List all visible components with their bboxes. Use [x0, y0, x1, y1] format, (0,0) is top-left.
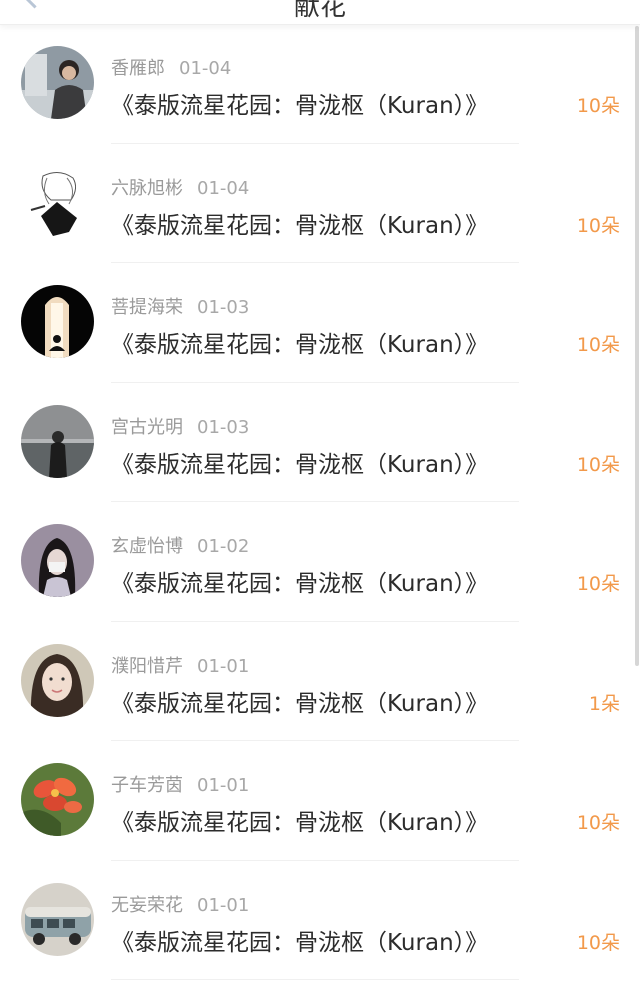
sender-meta: 宫古光明 01-03 [111, 413, 249, 439]
page-title: 献花 [293, 0, 346, 22]
drama-title: 《泰版流星花园：骨泷枢（Kuran）》 [111, 93, 489, 119]
send-date: 01-01 [197, 655, 250, 677]
sender-meta: 子车芳茵 01-01 [111, 771, 249, 797]
flower-count: 10朵 [576, 334, 620, 356]
sender-meta: 六脉旭彬 01-04 [111, 174, 249, 200]
scrollbar[interactable] [635, 26, 639, 666]
drama-title: 《泰版流星花园：骨泷枢（Kuran）》 [111, 571, 489, 597]
list-item[interactable]: 六脉旭彬 01-04 《泰版流星花园：骨泷枢（Kuran）》 10朵 [0, 144, 640, 263]
sender-meta: 玄虚怡博 01-02 [111, 532, 249, 558]
avatar[interactable] [21, 165, 94, 239]
list-item[interactable]: 濮阳惜芹 01-01 《泰版流星花园：骨泷枢（Kuran）》 1朵 [0, 622, 640, 741]
sender-name: 玄虚怡博 [111, 536, 183, 557]
flower-count: 10朵 [576, 812, 620, 834]
sender-name: 濮阳惜芹 [111, 655, 183, 677]
gift-list: 香雁郎 01-04 《泰版流星花园：骨泷枢（Kuran）》 10朵 六脉旭彬 01-… [0, 24, 640, 980]
drama-title: 《泰版流星花园：骨泷枢（Kuran）》 [111, 212, 489, 239]
sender-meta: 菩提海荣 01-03 [111, 293, 249, 319]
sender-name: 宫古光明 [111, 416, 183, 438]
flower-count: 10朵 [576, 453, 620, 476]
drama-title: 《泰版流星花园：骨泷枢（Kuran）》 [111, 690, 489, 717]
sender-meta: 香雁郎 01-04 [111, 54, 231, 80]
avatar[interactable] [21, 763, 94, 836]
list-item[interactable]: 子车芳茵 01-01 《泰版流星花园：骨泷枢（Kuran）》 10朵 [0, 741, 640, 861]
sender-meta: 无妄荣花 01-01 [111, 891, 249, 917]
top-bar: 献花 [0, 0, 640, 25]
send-date: 01-01 [197, 894, 250, 916]
drama-title: 《泰版流星花园：骨泷枢（Kuran）》 [111, 451, 489, 478]
drama-title: 《泰版流星花园：骨泷枢（Kuran）》 [111, 929, 489, 956]
list-item[interactable]: 玄虚怡博 01-02 《泰版流星花园：骨泷枢（Kuran）》 10朵 [0, 502, 640, 622]
send-date: 01-03 [197, 297, 250, 318]
drama-title: 《泰版流星花园：骨泷枢（Kuran）》 [111, 332, 489, 358]
sender-name: 菩提海荣 [111, 297, 183, 318]
avatar[interactable] [21, 524, 94, 597]
send-date: 01-03 [197, 416, 250, 438]
list-item[interactable]: 香雁郎 01-04 《泰版流星花园：骨泷枢（Kuran）》 10朵 [0, 24, 640, 144]
avatar[interactable] [21, 882, 94, 956]
flower-count: 10朵 [576, 573, 620, 595]
send-date: 01-04 [197, 177, 250, 199]
avatar[interactable] [21, 643, 94, 717]
flower-count: 1朵 [588, 692, 620, 715]
list-item[interactable]: 无妄荣花 01-01 《泰版流星花园：骨泷枢（Kuran）》 10朵 [0, 861, 640, 980]
send-date: 01-02 [197, 536, 250, 557]
sender-name: 六脉旭彬 [111, 177, 183, 199]
divider [111, 979, 519, 980]
sender-name: 无妄荣花 [111, 894, 183, 916]
avatar[interactable] [21, 404, 94, 478]
sender-meta: 濮阳惜芹 01-01 [111, 652, 249, 678]
drama-title: 《泰版流星花园：骨泷枢（Kuran）》 [111, 810, 489, 836]
flower-count: 10朵 [576, 214, 620, 237]
avatar[interactable] [21, 285, 94, 358]
flower-count: 10朵 [576, 931, 620, 954]
sender-name: 香雁郎 [111, 58, 165, 79]
sender-name: 子车芳茵 [111, 775, 183, 796]
flower-count: 10朵 [576, 95, 620, 117]
list-item[interactable]: 宫古光明 01-03 《泰版流星花园：骨泷枢（Kuran）》 10朵 [0, 383, 640, 502]
avatar[interactable] [21, 46, 94, 119]
send-date: 01-01 [197, 775, 250, 796]
list-item[interactable]: 菩提海荣 01-03 《泰版流星花园：骨泷枢（Kuran）》 10朵 [0, 263, 640, 383]
send-date: 01-04 [179, 58, 232, 79]
